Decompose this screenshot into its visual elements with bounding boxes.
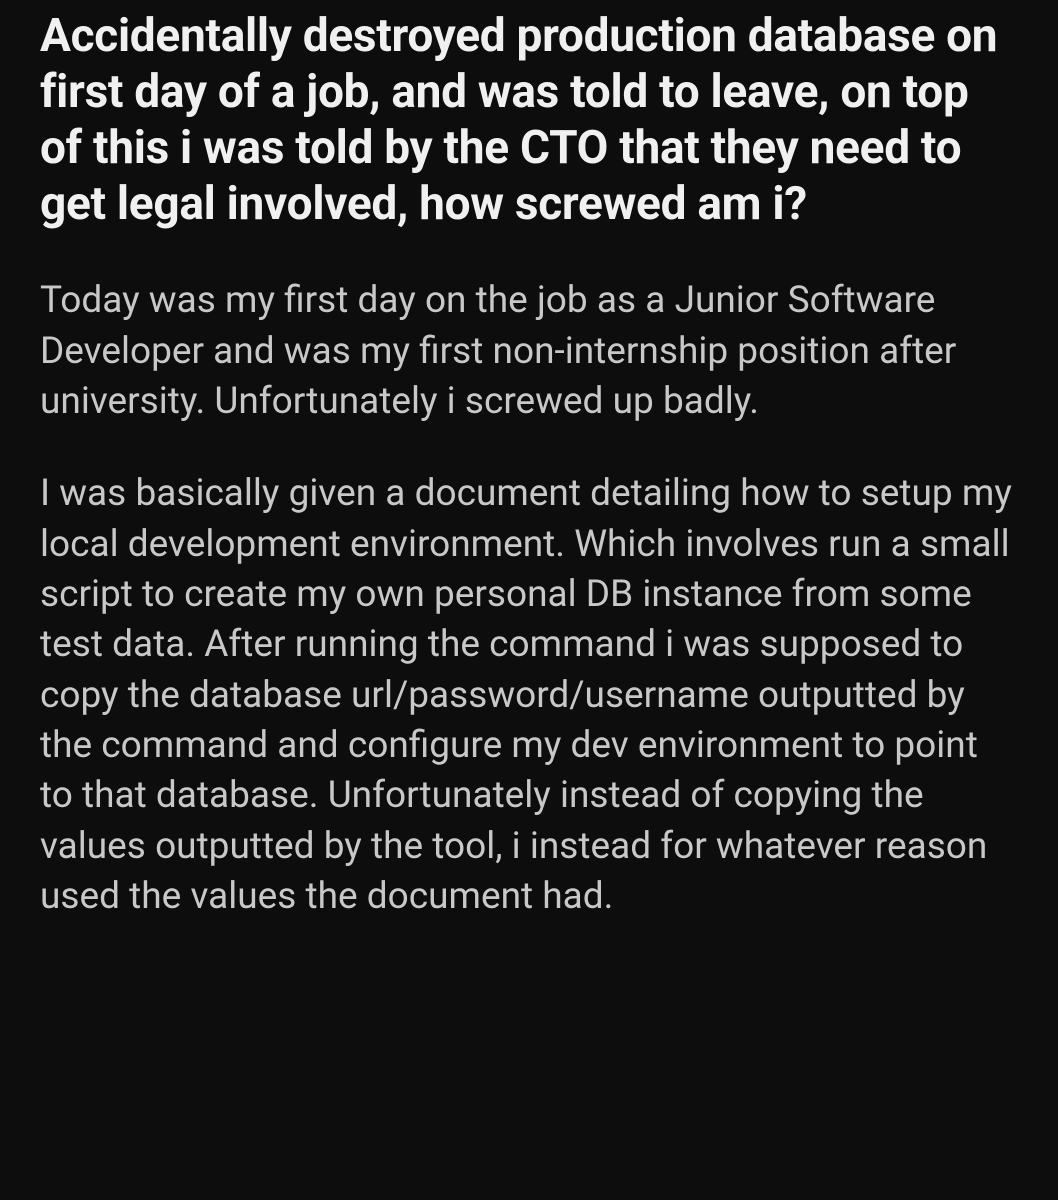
post-paragraph: Today was my first day on the job as a J… xyxy=(40,276,1018,427)
post-title: Accidentally destroyed production databa… xyxy=(40,8,1018,232)
post-paragraph: I was basically given a document detaili… xyxy=(40,469,1018,922)
post-body: Today was my first day on the job as a J… xyxy=(40,276,1018,922)
